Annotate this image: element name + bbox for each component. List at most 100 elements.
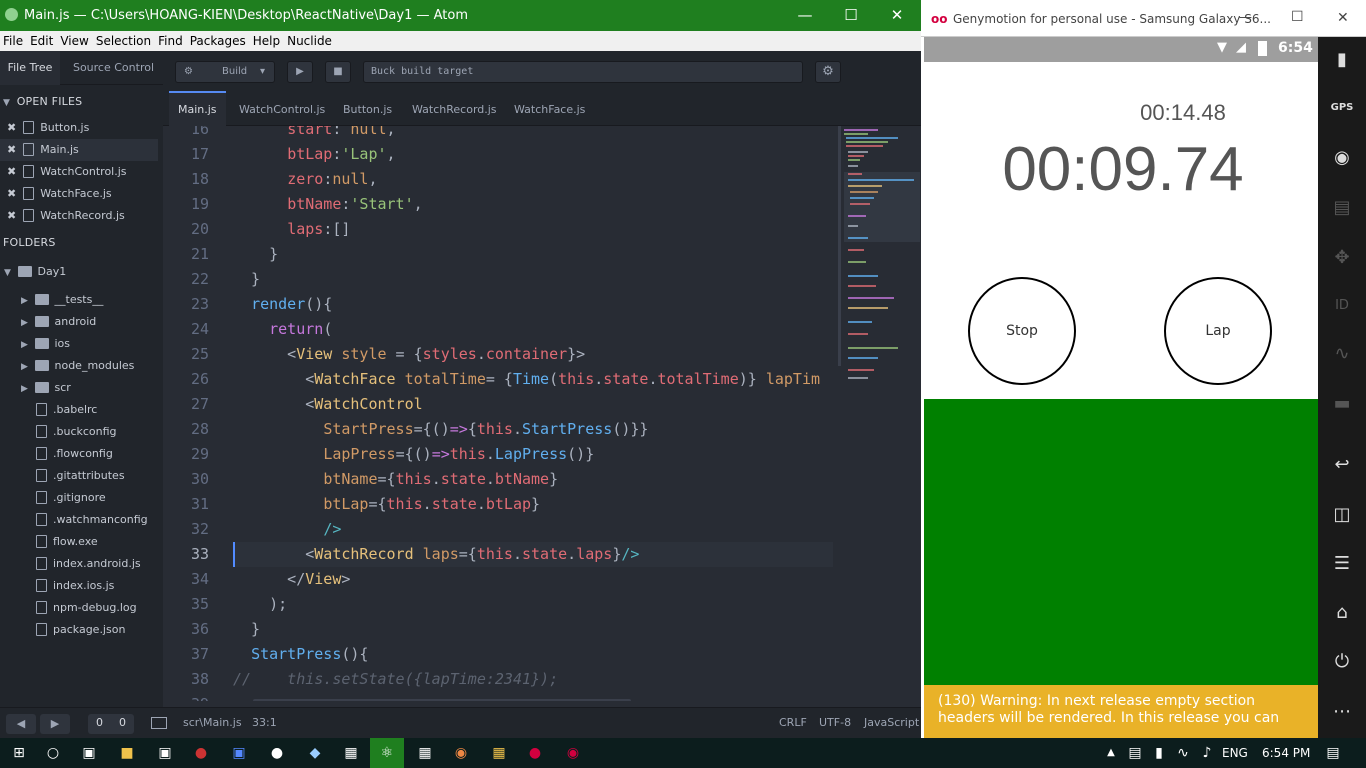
menu-nuclide[interactable]: Nuclide <box>284 31 336 48</box>
maximize-button[interactable]: ☐ <box>828 0 874 31</box>
build-target-input[interactable]: Buck build target <box>363 61 803 83</box>
open-file-item[interactable]: ✖ WatchFace.js <box>0 183 163 205</box>
status-encoding[interactable]: UTF-8 <box>819 716 851 729</box>
open-files-header[interactable]: ▼ OPEN FILES <box>3 95 82 108</box>
more-options-icon[interactable]: ⋯ <box>1318 697 1366 727</box>
code-editor[interactable]: 16 17 18 19 20 21 22 23 24 25 26 27 28 2… <box>163 126 838 701</box>
file-item[interactable]: .gitignore <box>0 487 163 509</box>
tab-button-js[interactable]: Button.js <box>334 91 401 126</box>
close-icon[interactable]: ✖ <box>7 209 16 222</box>
tab-file-tree[interactable]: File Tree <box>0 51 60 85</box>
battery-tool-icon[interactable]: ▮ <box>1318 45 1366 75</box>
yellow-box-warning[interactable]: (130) Warning: In next release empty sec… <box>924 685 1318 738</box>
stop-button[interactable]: Stop <box>968 277 1076 385</box>
root-folder[interactable]: ▼ Day1 <box>0 261 163 283</box>
build-select[interactable]: ⚙ Build ▾ <box>175 61 275 83</box>
terminal-icon[interactable] <box>151 717 167 729</box>
identifiers-tool-icon[interactable]: ID <box>1318 291 1366 321</box>
app-icon[interactable]: ▣ <box>222 738 256 768</box>
atom-taskbar-icon[interactable]: ⚛ <box>370 738 404 768</box>
search-icon[interactable]: ○ <box>36 738 70 768</box>
tab-watchcontrol-js[interactable]: WatchControl.js <box>230 91 334 126</box>
folder-item[interactable]: ▶ scr <box>0 377 163 399</box>
status-forward-button[interactable]: ▶ <box>40 714 70 734</box>
recent-apps-icon[interactable]: ◫ <box>1318 500 1366 530</box>
close-button[interactable]: ✕ <box>874 0 920 31</box>
tab-main-js[interactable]: Main.js <box>169 91 226 126</box>
language-indicator[interactable]: ENG <box>1222 746 1248 760</box>
app-icon[interactable]: ● <box>184 738 218 768</box>
menu-find[interactable]: Find <box>155 31 187 48</box>
task-view-icon[interactable]: ▣ <box>72 738 106 768</box>
store-icon[interactable]: ▣ <box>148 738 182 768</box>
horizontal-scrollbar[interactable] <box>253 699 631 701</box>
cmd-icon[interactable]: ▦ <box>408 738 442 768</box>
open-file-item[interactable]: ✖ Button.js <box>0 117 163 139</box>
app-icon[interactable]: ◆ <box>298 738 332 768</box>
folder-item[interactable]: ▶ android <box>0 311 163 333</box>
menu-file[interactable]: File <box>0 31 27 48</box>
minimize-button[interactable]: — <box>1239 10 1252 25</box>
open-file-item[interactable]: ✖ WatchRecord.js <box>0 205 163 227</box>
back-icon[interactable]: ↩ <box>1318 450 1366 480</box>
lap-button[interactable]: Lap <box>1164 277 1272 385</box>
file-item[interactable]: .gitattributes <box>0 465 163 487</box>
taskbar-clock[interactable]: 6:54 PM <box>1262 746 1310 760</box>
close-icon[interactable]: ✖ <box>7 121 16 134</box>
tab-watchrecord-js[interactable]: WatchRecord.js <box>403 91 506 126</box>
menu-icon[interactable]: ☰ <box>1318 549 1366 579</box>
folder-item[interactable]: ▶ node_modules <box>0 355 163 377</box>
webcam-tool-icon[interactable]: ◉ <box>1318 143 1366 173</box>
status-grammar[interactable]: JavaScript <box>864 716 919 729</box>
capture-tool-icon[interactable]: ▤ <box>1318 193 1366 223</box>
close-icon[interactable]: ✖ <box>7 143 16 156</box>
genymotion-taskbar-icon[interactable]: ● <box>518 738 552 768</box>
diagnostics-counter[interactable] <box>88 714 134 734</box>
open-file-item-active[interactable]: ✖ Main.js <box>0 139 158 161</box>
file-item[interactable]: .watchmanconfig <box>0 509 163 531</box>
power-icon[interactable]: ⏻ <box>1318 647 1366 677</box>
tab-source-control[interactable]: Source Control <box>66 51 161 85</box>
file-item[interactable]: .flowconfig <box>0 443 163 465</box>
gps-tool-icon[interactable]: GPS <box>1318 93 1366 123</box>
file-item[interactable]: .babelrc <box>0 399 163 421</box>
file-item[interactable]: npm-debug.log <box>0 597 163 619</box>
start-button-icon[interactable]: ⊞ <box>2 738 36 768</box>
maximize-button[interactable]: ☐ <box>1291 9 1304 25</box>
sms-tool-icon[interactable]: ▬ <box>1318 389 1366 419</box>
close-button[interactable]: ✕ <box>1337 10 1349 26</box>
status-file-path[interactable]: scr\Main.js <box>183 716 242 729</box>
menu-selection[interactable]: Selection <box>93 31 155 48</box>
folder-item[interactable]: ▶ __tests__ <box>0 289 163 311</box>
stop-build-button[interactable]: ■ <box>325 61 351 83</box>
dpad-tool-icon[interactable]: ✥ <box>1318 243 1366 273</box>
settings-button[interactable]: ⚙ <box>815 61 841 83</box>
app-icon[interactable]: ▦ <box>334 738 368 768</box>
file-item[interactable]: flow.exe <box>0 531 163 553</box>
file-explorer-icon[interactable]: ■ <box>110 738 144 768</box>
close-icon[interactable]: ✖ <box>7 187 16 200</box>
genymotion-device-taskbar-icon[interactable]: ◉ <box>556 738 590 768</box>
menu-edit[interactable]: Edit <box>27 31 57 48</box>
volume-icon[interactable]: ♪ <box>1190 738 1224 768</box>
file-item[interactable]: .buckconfig <box>0 421 163 443</box>
folder-item[interactable]: ▶ ios <box>0 333 163 355</box>
menu-packages[interactable]: Packages <box>187 31 250 48</box>
status-back-button[interactable]: ◀ <box>6 714 36 734</box>
status-line-ending[interactable]: CRLF <box>779 716 807 729</box>
status-cursor-position[interactable]: 33:1 <box>252 716 277 729</box>
close-icon[interactable]: ✖ <box>7 165 16 178</box>
run-button[interactable]: ▶ <box>287 61 313 83</box>
app-icon[interactable]: ▦ <box>482 738 516 768</box>
menu-view[interactable]: View <box>57 31 92 48</box>
minimize-button[interactable]: — <box>782 0 828 31</box>
chrome-icon[interactable]: ◉ <box>444 738 478 768</box>
minimap[interactable] <box>838 126 921 707</box>
menu-help[interactable]: Help <box>250 31 284 48</box>
network-tool-icon[interactable]: ∿ <box>1318 339 1366 369</box>
notifications-icon[interactable]: ▤ <box>1316 738 1350 768</box>
file-item[interactable]: index.ios.js <box>0 575 163 597</box>
home-icon[interactable]: ⌂ <box>1318 598 1366 628</box>
file-item[interactable]: package.json <box>0 619 163 641</box>
app-icon[interactable]: ● <box>260 738 294 768</box>
